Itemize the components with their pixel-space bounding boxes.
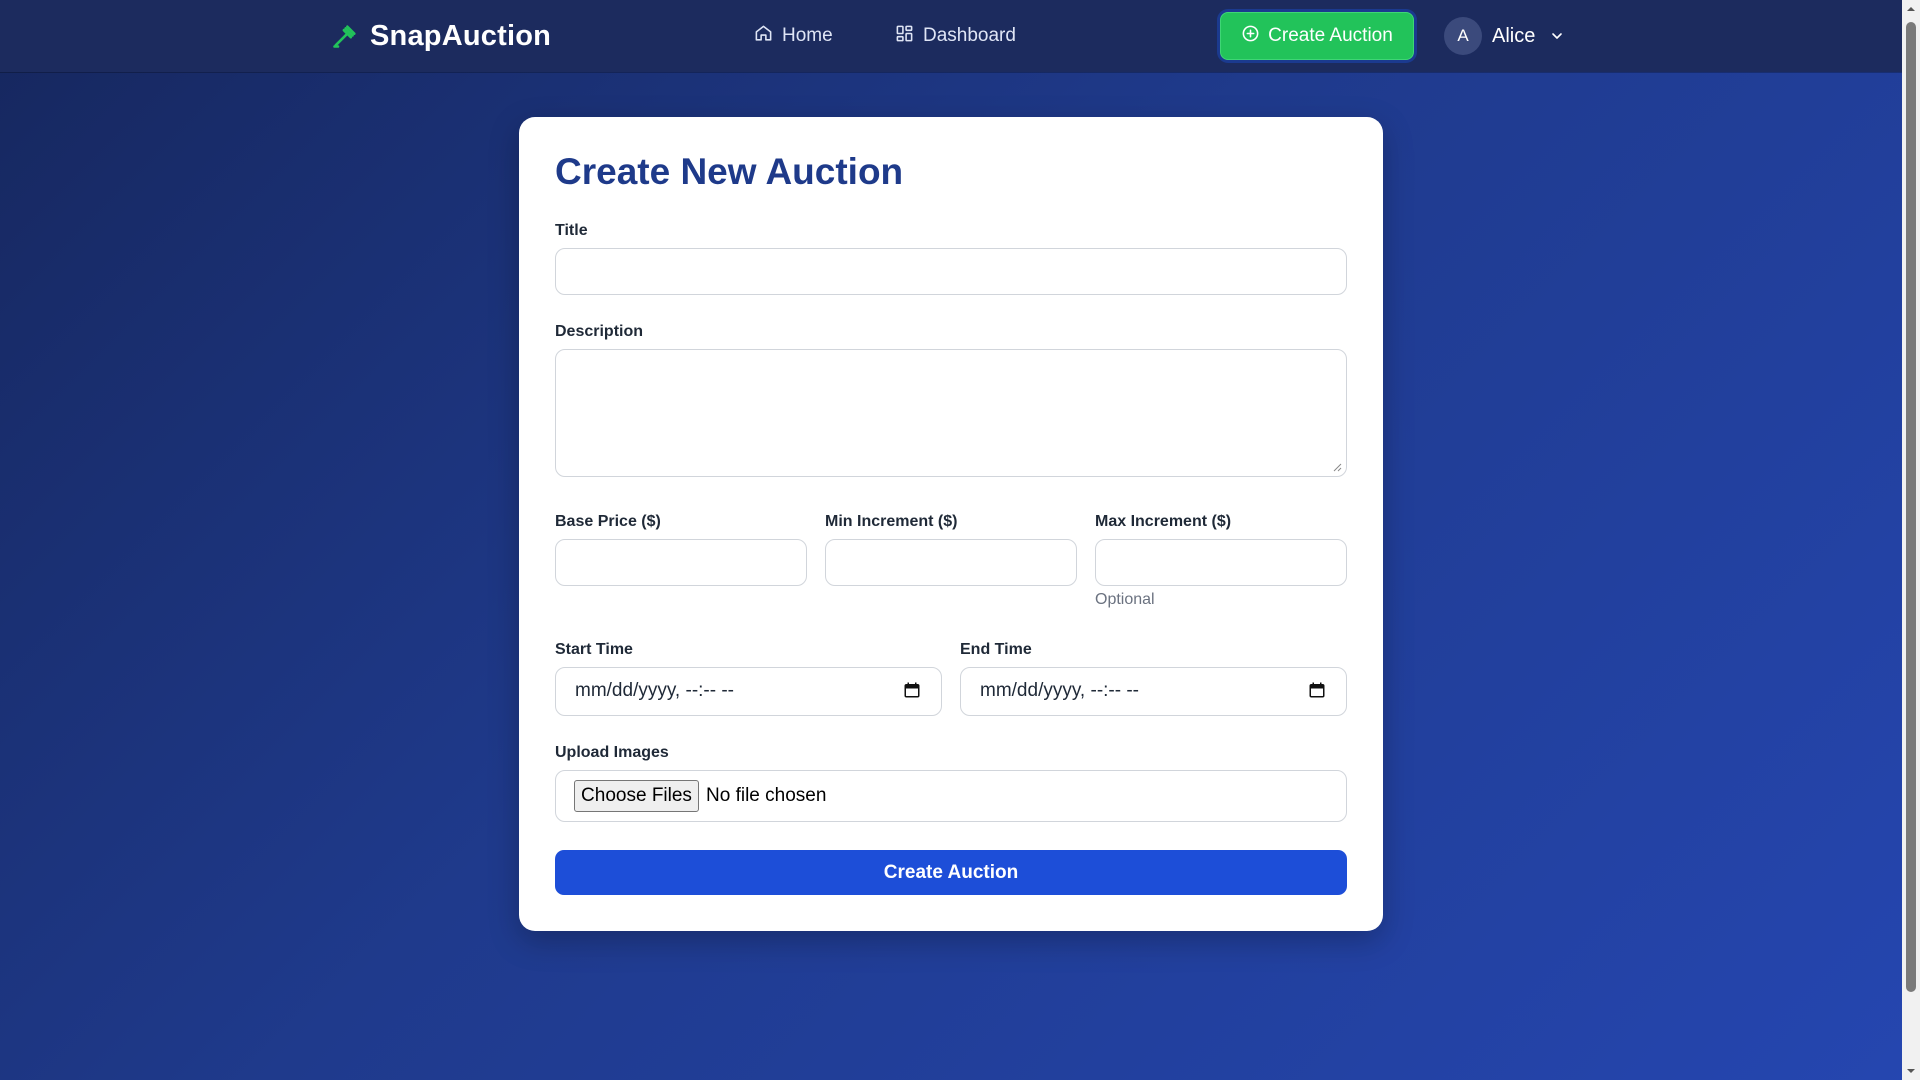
user-menu[interactable]: A Alice	[1444, 17, 1565, 55]
create-auction-nav-button[interactable]: Create Auction	[1220, 12, 1414, 60]
chevron-down-icon	[1549, 28, 1565, 44]
calendar-icon[interactable]	[1308, 681, 1326, 699]
nav-dashboard-label: Dashboard	[923, 25, 1016, 46]
start-time-input[interactable]: mm/dd/yyyy, --:-- --	[555, 667, 942, 716]
end-time-value: mm/dd/yyyy, --:-- --	[980, 680, 1140, 701]
scrollbar-thumb[interactable]	[1906, 22, 1916, 992]
avatar: A	[1444, 17, 1482, 55]
min-increment-input[interactable]	[825, 539, 1077, 586]
nav-home-link[interactable]: Home	[754, 22, 833, 50]
base-price-label: Base Price ($)	[555, 513, 661, 530]
page-scrollbar[interactable]	[1902, 0, 1920, 1080]
title-label: Title	[555, 222, 588, 239]
upload-images-field[interactable]: Choose Files No file chosen	[555, 770, 1347, 822]
brand-logo[interactable]: SnapAuction	[330, 18, 551, 54]
description-label: Description	[555, 323, 644, 340]
scroll-down-arrow-icon[interactable]	[1906, 1066, 1916, 1076]
create-auction-card: Create New Auction Title Description Bas…	[519, 117, 1383, 931]
calendar-icon[interactable]	[903, 681, 921, 699]
min-increment-label: Min Increment ($)	[825, 513, 958, 530]
end-time-label: End Time	[960, 641, 1032, 658]
page-title: Create New Auction	[555, 151, 904, 192]
max-increment-input[interactable]	[1095, 539, 1347, 586]
title-input[interactable]	[555, 248, 1347, 295]
start-time-value: mm/dd/yyyy, --:-- --	[575, 680, 735, 701]
resize-handle-icon[interactable]	[1332, 462, 1342, 472]
end-time-input[interactable]: mm/dd/yyyy, --:-- --	[960, 667, 1347, 716]
max-increment-hint: Optional	[1095, 591, 1155, 608]
plus-circle-icon	[1241, 24, 1260, 49]
top-navbar: SnapAuction Home Dashboard Create Auctio…	[0, 0, 1902, 72]
nav-home-label: Home	[782, 25, 833, 46]
start-time-label: Start Time	[555, 641, 633, 658]
gavel-icon	[330, 21, 360, 51]
scroll-up-arrow-icon[interactable]	[1906, 4, 1916, 14]
create-auction-submit-button[interactable]: Create Auction	[555, 850, 1347, 895]
choose-files-button[interactable]: Choose Files	[574, 780, 699, 812]
create-auction-nav-label: Create Auction	[1268, 25, 1393, 46]
nav-dashboard-link[interactable]: Dashboard	[895, 22, 1016, 50]
no-file-chosen-text: No file chosen	[706, 785, 827, 806]
base-price-input[interactable]	[555, 539, 807, 586]
home-icon	[754, 24, 773, 49]
user-name: Alice	[1492, 24, 1536, 47]
upload-images-label: Upload Images	[555, 744, 669, 761]
max-increment-label: Max Increment ($)	[1095, 513, 1232, 530]
dashboard-grid-icon	[895, 24, 914, 49]
brand-name: SnapAuction	[370, 19, 552, 52]
description-textarea[interactable]	[555, 349, 1347, 477]
